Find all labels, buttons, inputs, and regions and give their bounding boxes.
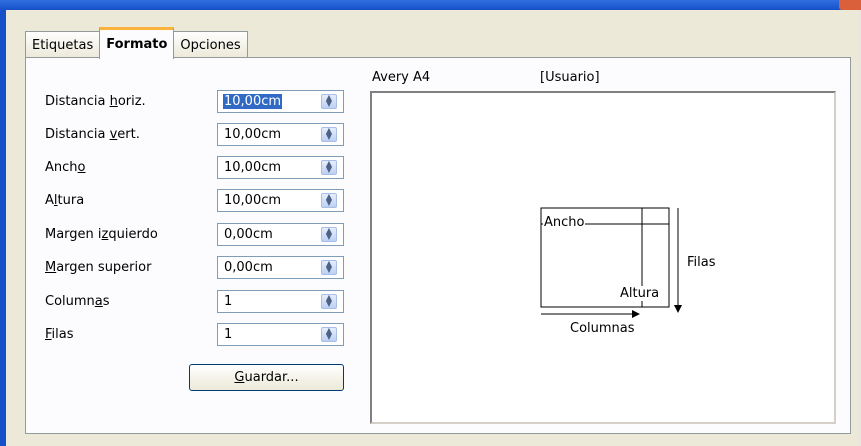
margen-izquierdo-value[interactable]: 0,00cm	[224, 227, 273, 242]
label-altura: Altura	[45, 193, 85, 208]
preview-type: [Usuario]	[540, 70, 600, 85]
distancia-horiz-value[interactable]: 10,00cm	[223, 94, 283, 109]
spin-arrows-icon[interactable]: ▲ ▼	[321, 227, 337, 242]
spin-arrows-icon[interactable]: ▲ ▼	[321, 193, 337, 208]
tab-formato-label: Formato	[106, 37, 168, 52]
window-title-bar	[0, 0, 861, 10]
label-preview: Ancho Altura Filas Columnas	[370, 91, 836, 424]
ancho-spinner[interactable]: 10,00cm ▲ ▼	[217, 156, 344, 179]
altura-spinner[interactable]: 10,00cm ▲ ▼	[217, 189, 344, 212]
diagram-ancho-label: Ancho	[543, 215, 586, 230]
ancho-value[interactable]: 10,00cm	[224, 160, 281, 175]
label-columnas: Columnas	[45, 294, 110, 309]
label-ancho: Ancho	[45, 160, 86, 175]
label-margen-izquierdo: Margen izquierdo	[45, 227, 158, 242]
label-filas: Filas	[45, 327, 74, 342]
tab-opciones[interactable]: Opciones	[173, 31, 248, 58]
preview-brand: Avery A4	[372, 70, 431, 85]
distancia-vert-spinner[interactable]: 10,00cm ▲ ▼	[217, 123, 344, 146]
tab-opciones-label: Opciones	[180, 37, 241, 53]
spin-arrows-icon[interactable]: ▲ ▼	[321, 160, 337, 175]
filas-value[interactable]: 1	[224, 327, 232, 342]
spin-arrows-icon[interactable]: ▲ ▼	[321, 327, 337, 342]
margen-izquierdo-spinner[interactable]: 0,00cm ▲ ▼	[217, 223, 344, 246]
diagram-filas-label: Filas	[687, 255, 716, 270]
diagram-altura-label: Altura	[620, 286, 660, 301]
tab-etiquetas-label: Etiquetas	[32, 37, 94, 53]
label-distancia-vert: Distancia vert.	[45, 127, 140, 142]
save-button[interactable]: Guardar...	[189, 364, 344, 391]
margen-superior-value[interactable]: 0,00cm	[224, 260, 273, 275]
columnas-spinner[interactable]: 1 ▲ ▼	[217, 290, 344, 313]
altura-value[interactable]: 10,00cm	[224, 193, 281, 208]
rows-arrow-head	[674, 305, 682, 313]
spin-arrows-icon[interactable]: ▲ ▼	[321, 127, 337, 142]
spin-arrows-icon[interactable]: ▲ ▼	[321, 294, 337, 309]
label-margen-superior: Margen superior	[45, 260, 152, 275]
window-border-left	[0, 10, 6, 446]
spin-arrows-icon[interactable]: ▲ ▼	[321, 94, 337, 109]
diagram-columnas-label: Columnas	[570, 321, 635, 336]
columns-arrow-head	[632, 310, 640, 318]
close-button[interactable]	[839, 0, 861, 10]
columnas-value[interactable]: 1	[224, 294, 232, 309]
distancia-vert-value[interactable]: 10,00cm	[224, 127, 281, 142]
tab-strip: Etiquetas Formato Opciones	[25, 26, 248, 59]
distancia-horiz-spinner[interactable]: 10,00cm ▲ ▼	[217, 90, 344, 113]
tab-formato[interactable]: Formato	[99, 27, 175, 59]
format-diagram	[540, 207, 682, 318]
filas-spinner[interactable]: 1 ▲ ▼	[217, 323, 344, 346]
label-distancia-horiz: Distancia horiz.	[45, 94, 146, 109]
margen-superior-spinner[interactable]: 0,00cm ▲ ▼	[217, 256, 344, 279]
spin-arrows-icon[interactable]: ▲ ▼	[321, 260, 337, 275]
tab-etiquetas[interactable]: Etiquetas	[25, 31, 101, 58]
